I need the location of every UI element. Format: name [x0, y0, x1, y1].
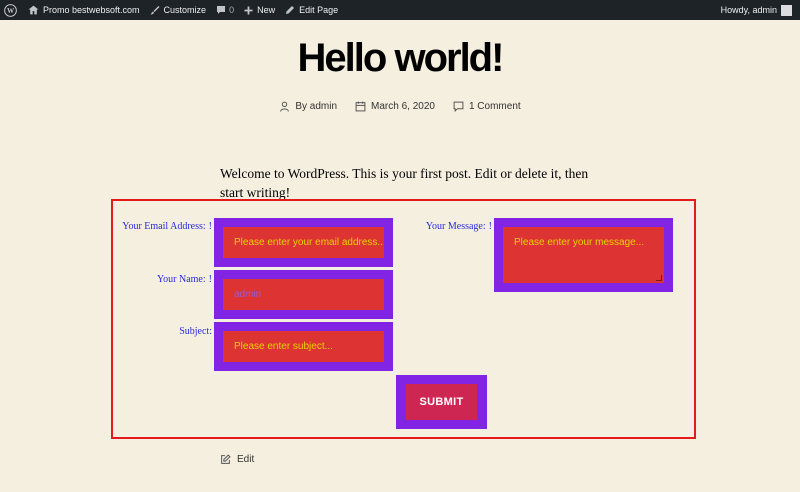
- wordpress-logo-icon[interactable]: W: [0, 0, 23, 20]
- pencil-icon: [286, 6, 295, 14]
- subject-field[interactable]: Please enter subject...: [223, 331, 384, 362]
- home-icon: [28, 5, 39, 15]
- required-mark: !: [208, 221, 212, 232]
- message-placeholder: Please enter your message...: [514, 237, 645, 248]
- edit-post-link[interactable]: Edit: [220, 454, 254, 465]
- subject-label: Subject:: [179, 326, 212, 337]
- brush-icon: [150, 6, 160, 15]
- comment-icon: [453, 101, 464, 112]
- person-icon: [280, 101, 290, 112]
- name-label: Your Name:!: [156, 274, 212, 285]
- required-mark: !: [488, 221, 492, 232]
- greeting-label: Howdy, admin: [720, 5, 777, 15]
- post-meta: By admin March 6, 2020 1 Comment: [0, 101, 800, 112]
- post-date[interactable]: March 6, 2020: [355, 101, 435, 112]
- date-label: March 6, 2020: [371, 101, 435, 112]
- name-field-frame: admin: [214, 270, 393, 319]
- name-field[interactable]: admin: [223, 279, 384, 310]
- message-textarea[interactable]: Please enter your message...: [503, 227, 664, 283]
- admin-bar: W Promo bestwebsoft.com Customize 0 New …: [0, 0, 800, 20]
- new-content-link[interactable]: New: [239, 0, 280, 20]
- post-comments[interactable]: 1 Comment: [453, 101, 521, 112]
- post-author[interactable]: By admin: [279, 101, 337, 112]
- comments-link[interactable]: 0: [211, 0, 239, 20]
- email-field[interactable]: Please enter your email address...: [223, 227, 384, 258]
- message-label: Your Message:!: [425, 221, 492, 232]
- customize-link[interactable]: Customize: [145, 0, 212, 20]
- site-name-link[interactable]: Promo bestwebsoft.com: [23, 0, 145, 20]
- submit-button[interactable]: SUBMIT: [406, 384, 477, 420]
- plus-icon: [244, 5, 253, 15]
- avatar: [781, 4, 792, 16]
- required-mark: !: [208, 274, 212, 285]
- email-label: Your Email Address:!: [122, 221, 212, 232]
- resize-handle-icon[interactable]: [656, 275, 662, 281]
- subject-field-frame: Please enter subject...: [214, 322, 393, 371]
- comments-label: 1 Comment: [468, 101, 521, 112]
- submit-button-frame: SUBMIT: [396, 375, 487, 429]
- edit-icon: [221, 454, 231, 464]
- new-label: New: [257, 5, 276, 15]
- author-label: By admin: [295, 101, 338, 112]
- site-name-label: Promo bestwebsoft.com: [43, 5, 140, 15]
- edit-label: Edit: [237, 454, 255, 465]
- svg-text:W: W: [7, 7, 15, 15]
- comments-count: 0: [229, 5, 235, 15]
- post-intro: Welcome to WordPress. This is your first…: [220, 166, 589, 200]
- edit-page-label: Edit Page: [299, 5, 339, 15]
- my-account-link[interactable]: Howdy, admin: [720, 4, 800, 16]
- customize-label: Customize: [163, 5, 207, 15]
- message-field-frame: Please enter your message...: [494, 218, 673, 292]
- email-field-frame: Please enter your email address...: [214, 218, 393, 267]
- page-title: Hello world!: [297, 36, 505, 80]
- comment-bubble-icon: [217, 6, 226, 14]
- calendar-icon: [355, 101, 366, 112]
- edit-page-link[interactable]: Edit Page: [280, 0, 343, 20]
